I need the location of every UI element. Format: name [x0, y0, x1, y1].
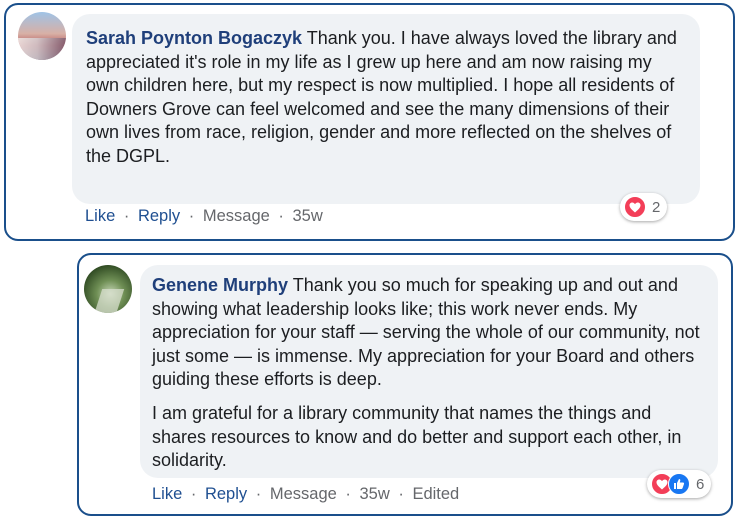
comment-author[interactable]: Sarah Poynton Bogaczyk — [86, 28, 302, 48]
comment-text: Genene Murphy Thank you so much for spea… — [152, 274, 702, 392]
like-button[interactable]: Like — [152, 485, 182, 503]
separator: · — [278, 207, 284, 225]
comment-bubble: Genene Murphy Thank you so much for spea… — [140, 265, 718, 478]
reaction-count: 2 — [652, 198, 661, 216]
separator: · — [255, 485, 262, 503]
separator: · — [123, 207, 130, 225]
separator: · — [345, 485, 351, 503]
reply-button[interactable]: Reply — [205, 485, 247, 503]
reply-button[interactable]: Reply — [138, 207, 180, 225]
comment-text: Sarah Poynton Bogaczyk Thank you. I have… — [86, 27, 684, 169]
timestamp[interactable]: 35w — [292, 207, 322, 225]
reactions-badge[interactable]: 6 — [647, 470, 712, 498]
reaction-count: 6 — [696, 475, 705, 493]
comment-bubble: Sarah Poynton Bogaczyk Thank you. I have… — [72, 14, 700, 204]
separator: · — [398, 485, 404, 503]
thumbs-up-icon — [668, 473, 690, 495]
edited-label[interactable]: Edited — [412, 485, 459, 503]
avatar[interactable] — [18, 12, 66, 60]
comment-author[interactable]: Genene Murphy — [152, 275, 288, 295]
heart-icon — [624, 196, 646, 218]
comment-body: Thank you. I have always loved the libra… — [86, 28, 677, 166]
like-button[interactable]: Like — [85, 207, 115, 225]
timestamp[interactable]: 35w — [359, 485, 389, 503]
comment-actions: Like · Reply · Message · 35w · Edited — [152, 485, 459, 504]
separator: · — [188, 207, 195, 225]
message-button[interactable]: Message — [203, 207, 270, 225]
comment-actions: Like · Reply · Message · 35w — [85, 207, 323, 226]
comment-text-paragraph-2: I am grateful for a library community th… — [152, 402, 682, 471]
reactions-badge[interactable]: 2 — [620, 193, 668, 221]
message-button[interactable]: Message — [270, 485, 337, 503]
avatar[interactable] — [84, 265, 132, 313]
separator: · — [190, 485, 197, 503]
